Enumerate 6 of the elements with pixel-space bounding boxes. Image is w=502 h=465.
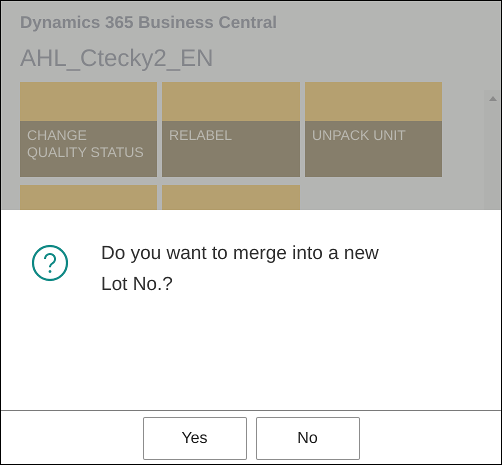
scroll-up-icon[interactable] bbox=[488, 96, 496, 101]
dialog-button[interactable]: Yes bbox=[142, 417, 246, 460]
dialog-button[interactable]: No bbox=[256, 417, 360, 460]
scrollbar[interactable] bbox=[484, 90, 501, 210]
dialog-message: Do you want to merge into a new Lot No.? bbox=[101, 242, 380, 297]
question-icon bbox=[31, 244, 69, 282]
